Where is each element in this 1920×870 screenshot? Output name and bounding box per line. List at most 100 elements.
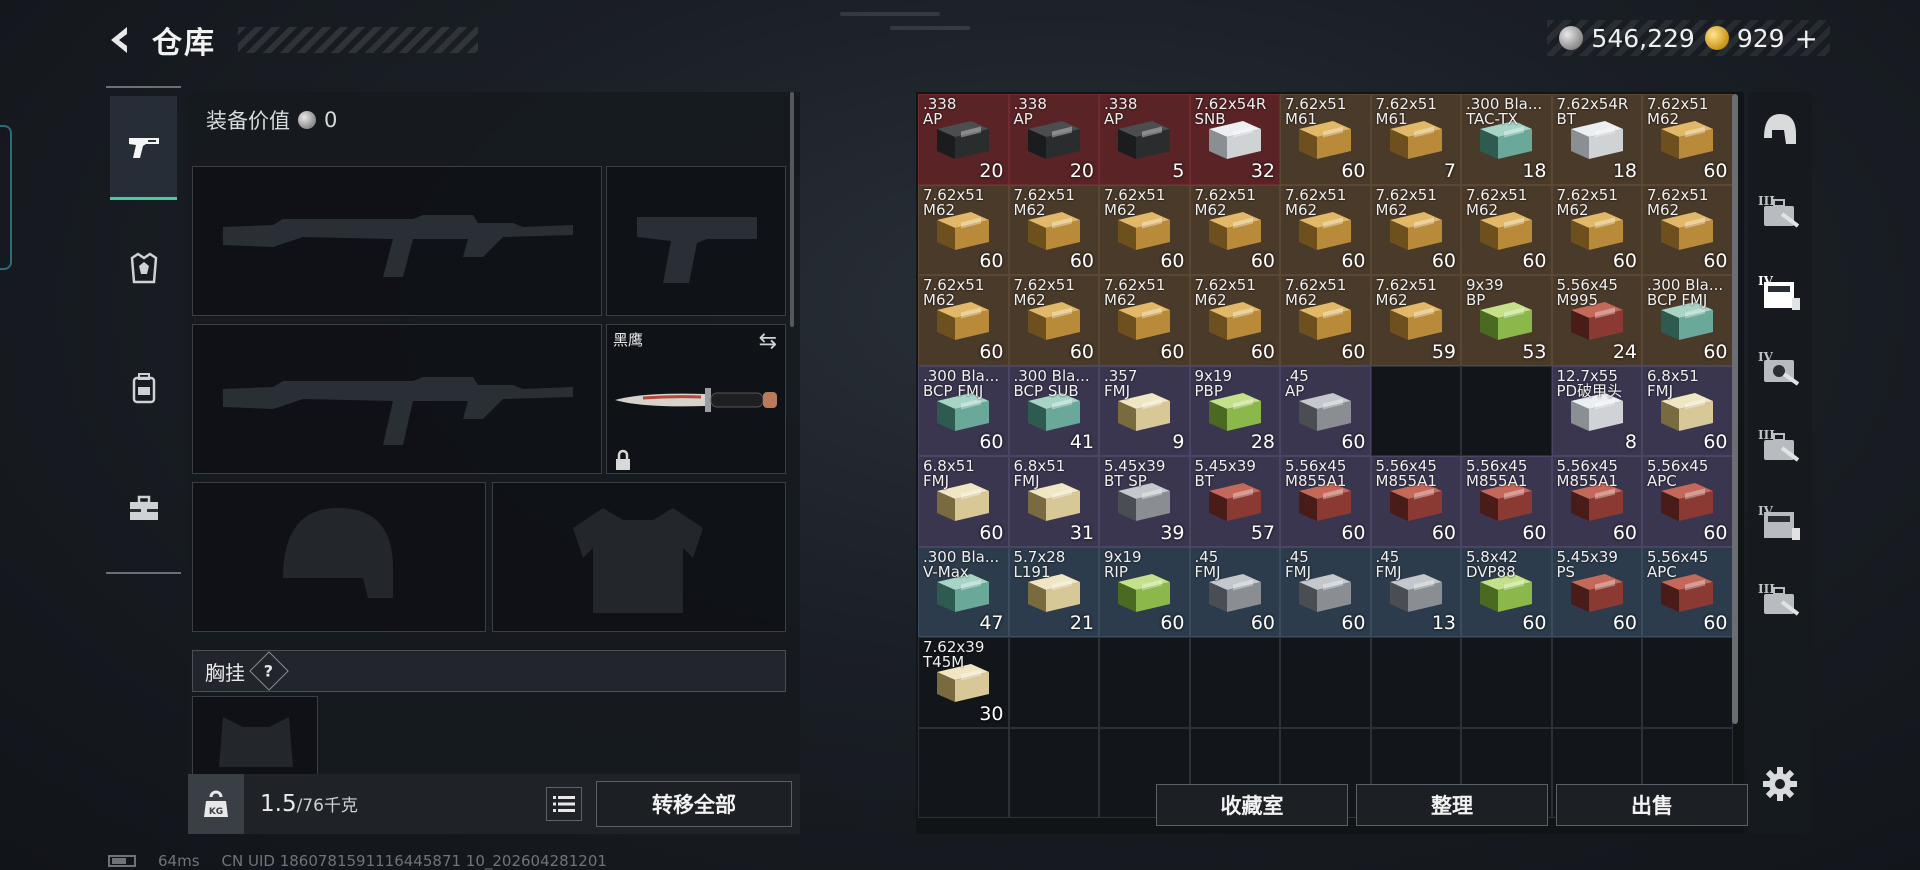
helmet-silhouette-icon [283,508,393,598]
tab-weapons[interactable] [110,96,177,200]
storage-item[interactable]: 7.62x51 M62 60 [1280,275,1371,366]
item-name: 7.62x51 M62 [1194,185,1256,219]
storage-item[interactable]: 12.7x55 PD破甲头 8 [1551,365,1642,456]
storage-item[interactable]: 7.62x51 M62 60 [918,184,1009,275]
armor-slot[interactable] [492,482,786,632]
storage-item[interactable]: 6.8x51 FMJ 60 [918,456,1009,547]
help-icon[interactable]: ? [249,651,289,691]
back-button[interactable] [100,20,140,60]
storage-item[interactable]: 7.62x51 M62 60 [1099,275,1190,366]
storage-item[interactable]: .45 AP 60 [1280,365,1371,456]
storage-item[interactable]: 7.62x39 T45M 30 [918,637,1009,728]
storage-item[interactable]: .338 AP 5 [1099,94,1190,185]
storage-item[interactable]: 5.45x39 BT 57 [1189,456,1280,547]
sell-button[interactable]: 出售 [1556,784,1748,826]
tab-t4-case[interactable]: IV [1758,348,1802,392]
swap-icon[interactable]: ⇆ [759,329,777,354]
item-quantity: 8 [1624,431,1637,453]
storage-item[interactable]: 7.62x51 M62 60 [1189,184,1280,275]
storage-item[interactable]: 5.45x39 PS 60 [1551,546,1642,637]
storage-item[interactable]: .300 Bla... BCP SUB 41 [1008,365,1099,456]
primary-weapon-slot[interactable] [192,166,602,316]
tab-t4-ammo[interactable]: IV [1758,272,1802,316]
storage-scrollbar[interactable] [1732,94,1738,724]
storage-item[interactable]: 9x39 BP 53 [1461,275,1552,366]
storage-item[interactable]: 5.56x45 APC 60 [1642,456,1733,547]
storage-item[interactable]: 7.62x51 M62 60 [1008,275,1099,366]
settings-gear-icon[interactable] [1762,766,1798,802]
helmet-slot[interactable] [192,482,486,632]
storage-item[interactable]: 5.56x45 M855A1 60 [1551,456,1642,547]
tab-t3-weapon[interactable]: III [1758,192,1802,236]
collection-room-button[interactable]: 收藏室 [1156,784,1348,826]
item-quantity: 60 [979,431,1004,453]
storage-item[interactable]: 9x19 RIP 60 [1099,546,1190,637]
list-view-button[interactable] [546,787,582,821]
rifle-silhouette-icon [223,215,573,277]
storage-item[interactable]: 7.62x51 M61 7 [1370,94,1461,185]
storage-item[interactable]: 7.62x51 M61 60 [1280,94,1371,185]
sort-button[interactable]: 整理 [1356,784,1548,826]
storage-item[interactable]: 7.62x51 M62 60 [1008,184,1099,275]
storage-item[interactable]: 6.8x51 FMJ 60 [1642,365,1733,456]
storage-item[interactable]: 7.62x51 M62 60 [1461,184,1552,275]
tab-t3-misc[interactable]: III [1758,426,1802,470]
item-name: 7.62x51 M62 [1375,276,1437,309]
storage-item[interactable]: 5.56x45 M855A1 60 [1280,456,1371,547]
storage-item[interactable]: 5.56x45 M855A1 60 [1461,456,1552,547]
storage-item[interactable]: .45 FMJ 60 [1280,546,1371,637]
storage-item[interactable]: 7.62x51 M62 60 [1099,184,1190,275]
transfer-all-button[interactable]: 转移全部 [596,781,792,827]
gold-currency[interactable]: 929 + [1704,22,1818,55]
side-drawer-handle[interactable] [0,125,12,270]
item-quantity: 39 [1160,521,1185,544]
tab-all[interactable] [1758,108,1802,152]
tab-t4-misc[interactable]: IV [1758,502,1802,546]
melee-slot[interactable]: 黑鹰 ⇆ [606,324,786,474]
storage-item[interactable]: 5.56x45 M995 24 [1551,275,1642,366]
item-name: 7.62x39 T45M [923,638,985,671]
storage-item[interactable]: .338 AP 20 [918,94,1009,185]
storage-item[interactable]: 7.62x51 M62 60 [918,275,1009,366]
storage-item[interactable]: .338 AP 20 [1008,94,1099,185]
storage-item[interactable]: 5.8x42 DVP88 60 [1461,546,1552,637]
tab-t3-other[interactable]: III [1758,580,1802,624]
storage-item[interactable]: 7.62x51 M62 60 [1280,184,1371,275]
storage-item[interactable]: .300 Bla... TAC-TX 18 [1461,94,1552,185]
storage-item[interactable]: 7.62x54R SNB 32 [1189,94,1280,185]
storage-item[interactable]: .300 Bla... BCP FMJ 60 [1642,275,1733,366]
sidearm-slot[interactable] [606,166,786,316]
tab-armor[interactable] [106,208,181,328]
storage-item[interactable]: .357 FMJ 9 [1099,365,1190,456]
storage-item[interactable]: 5.7x28 L191 21 [1008,546,1099,637]
storage-item[interactable]: 7.62x51 M62 59 [1370,275,1461,366]
storage-item[interactable]: 7.62x51 M62 60 [1642,184,1733,275]
item-name: .300 Bla... TAC-TX [1466,95,1543,128]
storage-item[interactable]: .45 FMJ 13 [1370,546,1461,637]
storage-item[interactable]: 5.56x45 M855A1 60 [1370,456,1461,547]
storage-item[interactable]: 6.8x51 FMJ 31 [1008,456,1099,547]
secondary-weapon-slot[interactable] [192,324,602,474]
item-name: 7.62x51 M62 [1194,276,1256,309]
tab-backpack[interactable] [106,328,181,448]
tab-tools[interactable] [106,448,181,568]
storage-item[interactable]: 9x19 PBP 28 [1189,365,1280,456]
storage-item[interactable]: 5.45x39 BT SP 39 [1099,456,1190,547]
storage-item[interactable]: 7.62x54R BT 18 [1551,94,1642,185]
equipment-scrollbar[interactable] [790,92,794,327]
item-name: .300 Bla... BCP SUB [1013,366,1090,400]
storage-item[interactable]: 7.62x51 M62 60 [1189,275,1280,366]
storage-item[interactable]: 7.62x51 M62 60 [1370,184,1461,275]
storage-item[interactable]: 5.56x45 APC 60 [1642,546,1733,637]
storage-actions: 收藏室 整理 出售 [1156,784,1748,826]
storage-item[interactable]: .300 Bla... BCP FMJ 60 [918,365,1009,456]
storage-item[interactable]: 7.62x51 M62 60 [1551,184,1642,275]
storage-item[interactable]: 7.62x51 M62 60 [1642,94,1733,185]
storage-item[interactable]: .300 Bla... V-Max 47 [918,546,1009,637]
add-gold-button[interactable]: + [1795,22,1818,55]
item-name: 5.45x39 BT [1194,457,1256,490]
storage-item[interactable]: .45 FMJ 60 [1189,546,1280,637]
list-icon [553,796,575,812]
chest-rig-slot[interactable] [192,696,318,776]
storage-empty-cell [1280,637,1371,728]
